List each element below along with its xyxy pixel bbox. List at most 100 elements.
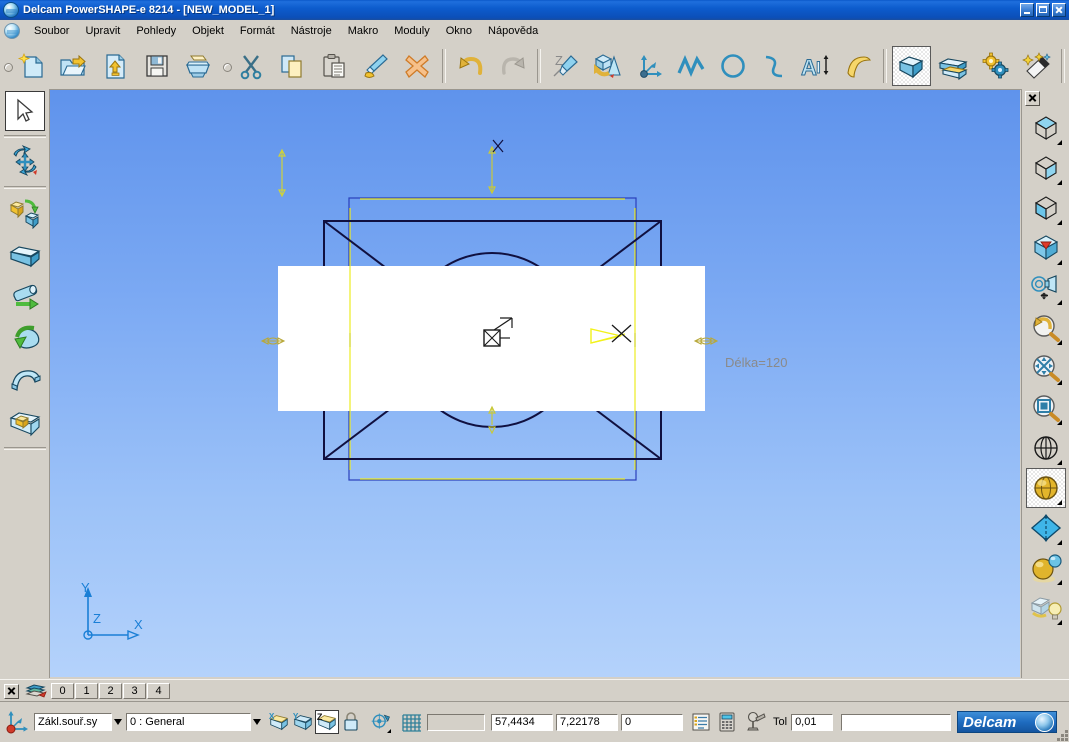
wireframe-shade-button[interactable]: [1026, 428, 1066, 468]
section-view-flyout-arrow[interactable]: [1057, 540, 1062, 545]
lighting-flyout-arrow[interactable]: [1057, 620, 1062, 625]
circle-button[interactable]: [713, 46, 753, 86]
lock-plane-button[interactable]: [339, 710, 363, 734]
view-dynamic-flyout-arrow[interactable]: [1057, 260, 1062, 265]
solid-extrusion-tool[interactable]: [5, 277, 45, 317]
view-camera-flyout-arrow[interactable]: [1057, 300, 1062, 305]
view-dynamic-button[interactable]: [1026, 228, 1066, 268]
workplane-button[interactable]: [630, 46, 670, 86]
zoom-previous-flyout-arrow[interactable]: [1057, 340, 1062, 345]
menu-item-moduly[interactable]: Moduly: [386, 23, 437, 39]
minimize-button[interactable]: [1020, 3, 1034, 17]
solid-revolution-tool[interactable]: [5, 319, 45, 359]
layer-tab-1[interactable]: 1: [75, 683, 98, 699]
view-front-flyout-arrow[interactable]: [1057, 220, 1062, 225]
zoom-fit-button[interactable]: [1026, 348, 1066, 388]
solid-boolean-tool[interactable]: [5, 403, 45, 443]
menu-item-pohledy[interactable]: Pohledy: [128, 23, 184, 39]
layer-tab-0[interactable]: 0: [51, 683, 74, 699]
machining-button[interactable]: [975, 46, 1015, 86]
coordinate-y-field[interactable]: 7,22178: [556, 713, 618, 731]
zoom-box-flyout-arrow[interactable]: [1057, 420, 1062, 425]
coordinate-x-field[interactable]: 57,4434: [491, 713, 553, 731]
layer-tab-4[interactable]: 4: [147, 683, 170, 699]
shaded-view-button[interactable]: [1026, 468, 1066, 508]
menu-item-okno[interactable]: Okno: [438, 23, 480, 39]
menu-item-format[interactable]: Formát: [232, 23, 283, 39]
toolbar-grip-1[interactable]: [2, 46, 13, 86]
select-tool[interactable]: [4, 91, 45, 131]
new-model-button[interactable]: [12, 46, 52, 86]
curve-button[interactable]: [755, 46, 795, 86]
view-iso1-flyout-arrow[interactable]: [1057, 140, 1062, 145]
undo-button[interactable]: [451, 46, 491, 86]
grid-icon[interactable]: [401, 712, 423, 732]
import-button[interactable]: [95, 46, 135, 86]
wireframe-shade-flyout-arrow[interactable]: [1057, 460, 1062, 465]
menu-item-upravit[interactable]: Upravit: [77, 23, 128, 39]
3d-viewport[interactable]: Délka=120 Z Y X: [50, 90, 1020, 677]
zoom-previous-button[interactable]: [1026, 308, 1066, 348]
transform-tool[interactable]: [5, 142, 45, 182]
copy-button[interactable]: [273, 46, 313, 86]
material-button[interactable]: [1026, 548, 1066, 588]
workplane-axes-icon[interactable]: [4, 709, 30, 735]
menu-item-napoveda[interactable]: Nápověda: [480, 23, 546, 39]
delete-button[interactable]: [398, 46, 438, 86]
level-select[interactable]: 0 : General: [126, 713, 251, 731]
workplane-select[interactable]: Zákl.souř.sy: [34, 713, 112, 731]
message-input[interactable]: [841, 713, 952, 731]
principal-plane-z-button[interactable]: Z: [315, 710, 339, 734]
cut-button[interactable]: [231, 46, 271, 86]
tolerance-field[interactable]: 0,01: [791, 713, 834, 731]
solid-sweep-tool[interactable]: [5, 361, 45, 401]
shaded-view-flyout-arrow[interactable]: [1057, 500, 1062, 505]
menu-item-nastroje[interactable]: Nástroje: [283, 23, 340, 39]
solid-surface-button[interactable]: [588, 46, 628, 86]
principal-plane-x-button[interactable]: X: [267, 710, 291, 734]
dynamic-section-flyout-arrow[interactable]: [387, 729, 391, 733]
view-iso2-button[interactable]: [1026, 148, 1066, 188]
left-resize-handle[interactable]: [260, 337, 286, 345]
save-button[interactable]: [137, 46, 177, 86]
paste-special-button[interactable]: [356, 46, 396, 86]
layers-stack-icon[interactable]: [25, 682, 47, 700]
solid-primitive-tool[interactable]: [5, 193, 45, 233]
view-iso1-button[interactable]: [1026, 108, 1066, 148]
list-lines-icon[interactable]: [691, 712, 711, 732]
menu-item-makro[interactable]: Makro: [340, 23, 387, 39]
projector-icon[interactable]: [745, 711, 769, 733]
window-resize-grip[interactable]: [1054, 727, 1068, 741]
material-flyout-arrow[interactable]: [1057, 580, 1062, 585]
layer-strip-close-button[interactable]: [4, 683, 19, 699]
layer-tab-3[interactable]: 3: [123, 683, 146, 699]
line-button[interactable]: [671, 46, 711, 86]
view-iso2-flyout-arrow[interactable]: [1057, 180, 1062, 185]
zoom-fit-flyout-arrow[interactable]: [1057, 380, 1062, 385]
vertical-dimension-handles[interactable]: [278, 148, 286, 198]
maximize-button[interactable]: [1036, 3, 1050, 17]
paste-button[interactable]: [314, 46, 354, 86]
menu-item-soubor[interactable]: Soubor: [26, 23, 77, 39]
zoom-box-button[interactable]: [1026, 388, 1066, 428]
menu-item-objekt[interactable]: Objekt: [184, 23, 232, 39]
toolbar-grip-2[interactable]: [221, 46, 232, 86]
calculator-icon[interactable]: [717, 712, 737, 732]
view-front-button[interactable]: [1026, 188, 1066, 228]
workplane-select-arrow[interactable]: [114, 719, 122, 725]
lighting-button[interactable]: [1026, 588, 1066, 628]
right-toolbar-close-button[interactable]: [1025, 91, 1040, 106]
open-model-button[interactable]: [54, 46, 94, 86]
layer-tab-2[interactable]: 2: [99, 683, 122, 699]
text-button[interactable]: A I: [796, 46, 836, 86]
level-select-arrow[interactable]: [253, 719, 261, 725]
section-view-button[interactable]: [1026, 508, 1066, 548]
document-globe-icon[interactable]: [4, 23, 20, 39]
bottom-dimension-arrow[interactable]: [488, 405, 496, 435]
dynamic-section-button[interactable]: [369, 710, 393, 734]
top-dimension-arrow[interactable]: [488, 145, 496, 195]
print-button[interactable]: [178, 46, 218, 86]
zebra-edit-button[interactable]: Z: [546, 46, 586, 86]
solid-block-tool[interactable]: [5, 235, 45, 275]
right-resize-handle[interactable]: [693, 337, 719, 345]
